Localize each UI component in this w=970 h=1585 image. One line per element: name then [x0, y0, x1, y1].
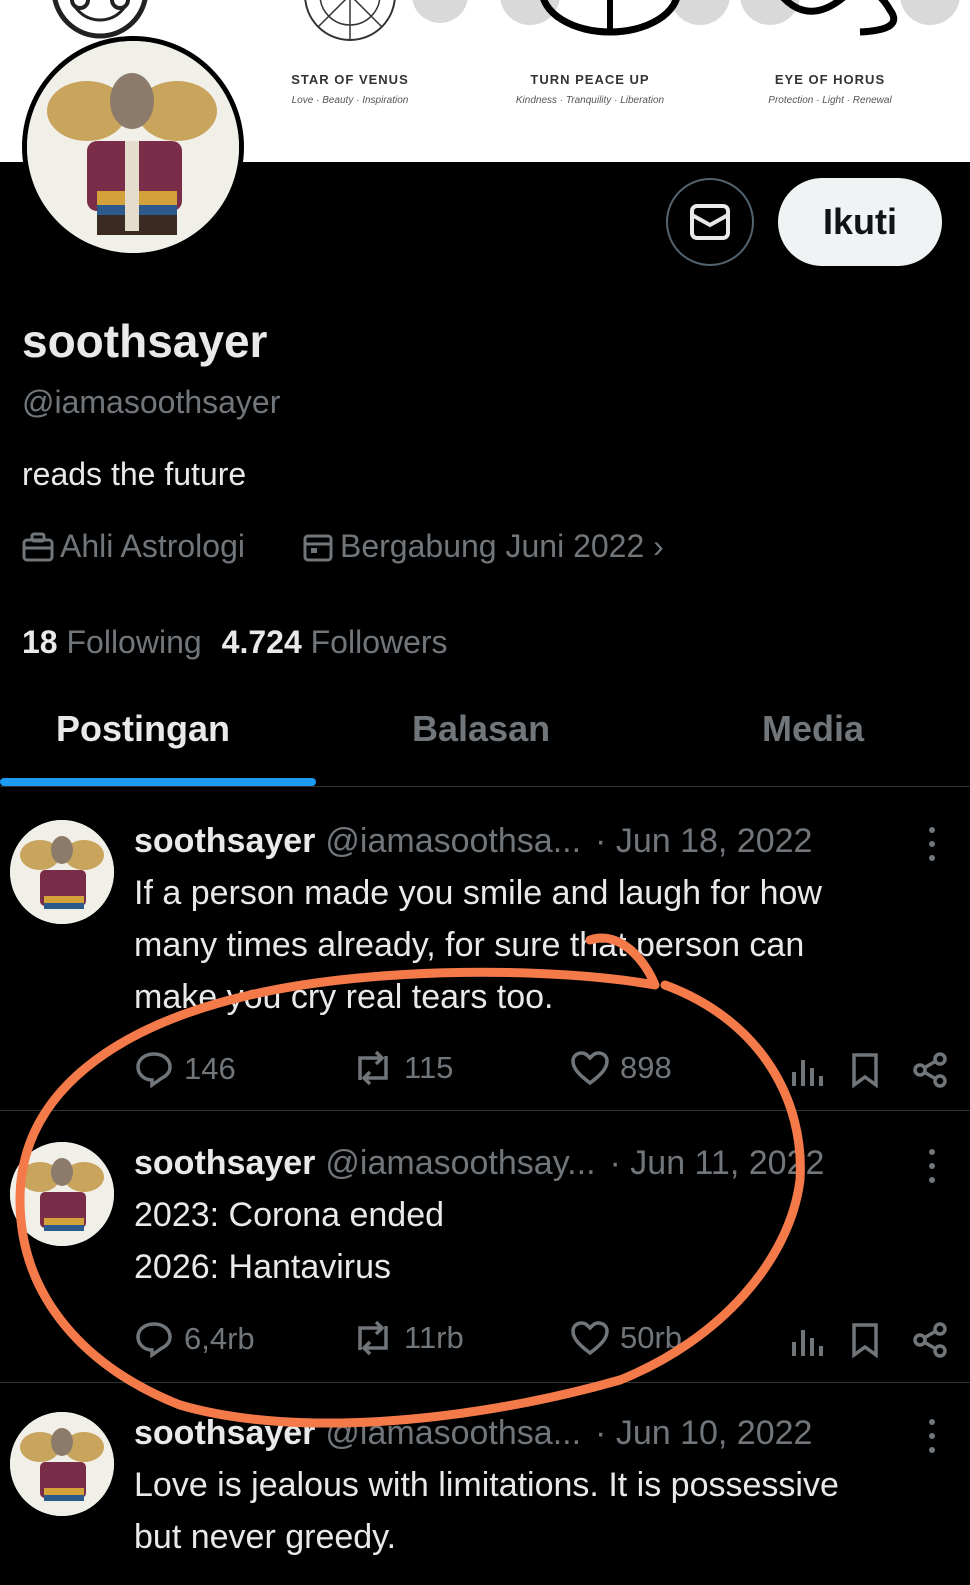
message-button[interactable] — [666, 178, 754, 266]
profile-stats: 18 Following 4.724 Followers — [22, 624, 448, 661]
post-text-line: but never greedy. — [134, 1518, 397, 1556]
post-author-name[interactable]: soothsayer — [134, 1414, 315, 1453]
post-avatar[interactable] — [10, 1412, 114, 1516]
tab-postingan[interactable]: Postingan — [56, 708, 230, 750]
profile-joined-date[interactable]: Bergabung Juni 2022 › — [302, 528, 664, 565]
views-icon[interactable] — [790, 1054, 826, 1088]
star-of-venus-icon — [304, 0, 468, 41]
reply-count: 6,4rb — [184, 1321, 255, 1356]
profile-handle: @iamasoothsayer — [22, 384, 281, 420]
repost-count: 11rb — [404, 1320, 464, 1355]
like-count: 898 — [620, 1050, 672, 1085]
ram-figure-avatar-image — [10, 1142, 114, 1246]
share-icon[interactable] — [912, 1052, 948, 1088]
profile-category-label: Ahli Astrologi — [60, 528, 245, 564]
post-avatar[interactable] — [10, 820, 114, 924]
post-text-line: If a person made you smile and laugh for… — [134, 874, 822, 912]
profile-avatar[interactable] — [22, 36, 244, 258]
post-divider — [0, 1110, 970, 1111]
heart-icon — [571, 1321, 609, 1356]
like-count: 50rb — [620, 1320, 683, 1355]
tabs-divider — [0, 786, 970, 787]
more-options-icon[interactable] — [922, 824, 942, 864]
ram-figure-avatar-image — [27, 41, 239, 253]
profile-joined-label: Bergabung Juni 2022 › — [340, 528, 664, 564]
repost-icon — [358, 1320, 388, 1356]
post-text-line: 2026: Hantavirus — [134, 1248, 392, 1286]
more-options-icon[interactable] — [922, 1416, 942, 1456]
reply-button[interactable]: 146 — [134, 1050, 236, 1088]
followers-link[interactable]: 4.724 Followers — [222, 624, 448, 661]
post-date[interactable]: · Jun 11, 2022 — [610, 1144, 825, 1183]
followers-count: 4.724 — [221, 624, 302, 660]
post-author-handle[interactable]: @iamasoothsa... — [325, 1414, 581, 1453]
post-author-name[interactable]: soothsayer — [134, 1144, 315, 1183]
eye-of-horus-icon — [740, 0, 960, 36]
ram-figure-avatar-image — [10, 820, 114, 924]
ram-figure-avatar-image — [10, 1412, 114, 1516]
post-text-line: 2023: Corona ended — [134, 1196, 445, 1234]
post-header: soothsayer @iamasoothsa... · Jun 18, 202… — [134, 822, 812, 861]
reply-count: 146 — [184, 1051, 236, 1086]
more-options-icon[interactable] — [922, 1146, 942, 1186]
post-header: soothsayer @iamasoothsa... · Jun 10, 202… — [134, 1414, 812, 1453]
post-header: soothsayer @iamasoothsay... · Jun 11, 20… — [134, 1144, 824, 1183]
following-count: 18 — [22, 624, 58, 660]
post-text-line: many times already, for sure that person… — [134, 926, 805, 964]
repost-icon — [358, 1050, 388, 1086]
post-author-handle[interactable]: @iamasoothsay... — [325, 1144, 595, 1183]
followers-label: Followers — [310, 624, 448, 660]
profile-bio: reads the future — [22, 456, 247, 492]
views-icon[interactable] — [790, 1324, 826, 1358]
banner-symbol-left-icon — [52, 0, 148, 39]
post-divider — [0, 1382, 970, 1383]
banner-caption-peace: TURN PEACE UP Kindness · Tranquility · L… — [515, 72, 665, 106]
briefcase-icon — [22, 532, 54, 561]
reply-icon — [136, 1322, 172, 1358]
post-author-handle[interactable]: @iamasoothsa... — [325, 822, 581, 861]
post-date[interactable]: · Jun 10, 2022 — [595, 1414, 812, 1453]
tab-balasan[interactable]: Balasan — [412, 708, 550, 750]
calendar-icon — [303, 534, 333, 561]
profile-category: Ahli Astrologi — [22, 528, 245, 565]
profile-display-name: soothsayer — [22, 315, 268, 367]
repost-count: 115 — [404, 1050, 454, 1085]
active-tab-indicator — [0, 778, 316, 786]
bookmark-icon[interactable] — [850, 1322, 880, 1358]
reply-icon — [136, 1052, 172, 1088]
post-text-line: make you cry real tears too. — [134, 978, 554, 1016]
reply-button[interactable]: 6,4rb — [134, 1320, 255, 1358]
post-avatar[interactable] — [10, 1142, 114, 1246]
post-date[interactable]: · Jun 18, 2022 — [595, 822, 812, 861]
following-label: Following — [66, 624, 202, 660]
banner-caption-venus: STAR OF VENUS Love · Beauty · Inspiratio… — [291, 72, 409, 106]
follow-button[interactable]: Ikuti — [778, 178, 942, 266]
post-text-line: Love is jealous with limitations. It is … — [134, 1466, 839, 1504]
banner-caption-horus: EYE OF HORUS Protection · Light · Renewa… — [768, 72, 892, 106]
like-button[interactable]: 50rb — [570, 1320, 682, 1356]
tab-media[interactable]: Media — [762, 708, 864, 750]
envelope-icon — [690, 204, 730, 240]
bookmark-icon[interactable] — [850, 1052, 880, 1088]
repost-button[interactable]: 11rb — [352, 1320, 464, 1356]
heart-icon — [571, 1051, 609, 1086]
turn-peace-up-icon — [500, 0, 730, 36]
share-icon[interactable] — [912, 1322, 948, 1358]
repost-button[interactable]: 115 — [352, 1050, 453, 1086]
post-author-name[interactable]: soothsayer — [134, 822, 315, 861]
like-button[interactable]: 898 — [570, 1050, 672, 1086]
following-link[interactable]: 18 Following — [22, 624, 202, 661]
